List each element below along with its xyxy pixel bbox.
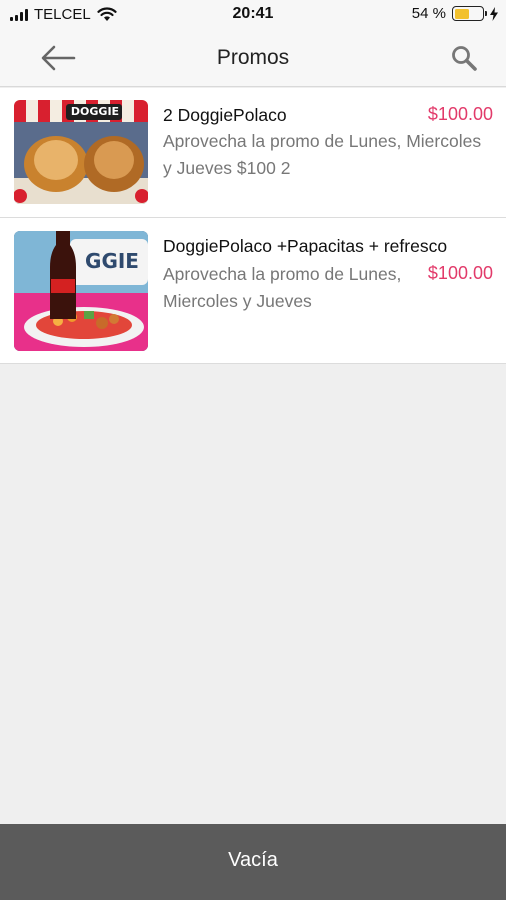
search-icon [452,46,477,71]
page-title: Promos [216,46,290,69]
list-item[interactable]: GGIE DoggiePolaco +Papacitas + refresco … [0,218,506,364]
promo-image-logo: DOGGIE [70,105,120,118]
nav-bar: Promos [0,30,506,87]
battery-fill [454,8,470,19]
status-bar: TELCEL 20:41 54 % [0,0,506,30]
battery-icon [452,6,487,21]
item-title: 2 DoggiePolaco [163,105,287,125]
search-button[interactable] [450,44,482,74]
cart-button[interactable]: Vacía [0,824,506,900]
promo-image: DOGGIE [14,100,148,204]
item-price: $100.00 [427,263,493,283]
status-right: 54 % [412,5,498,22]
item-price: $100.00 [427,104,493,124]
promo-list: DOGGIE 2 DoggiePolaco $100.00 Aprovecha … [0,88,506,364]
charging-bolt-icon [490,6,498,21]
list-item[interactable]: DOGGIE 2 DoggiePolaco $100.00 Aprovecha … [0,88,506,218]
item-description: Aprovecha la promo de Lunes, Miercoles y… [163,264,402,311]
promo-image: GGIE [14,231,148,351]
item-title: DoggiePolaco +Papacitas + refresco [163,236,448,256]
item-description: Aprovecha la promo de Lunes, Miercoles y… [163,131,482,178]
promo-image-logo: GGIE [85,249,139,273]
battery-percent: 54 % [411,5,446,22]
